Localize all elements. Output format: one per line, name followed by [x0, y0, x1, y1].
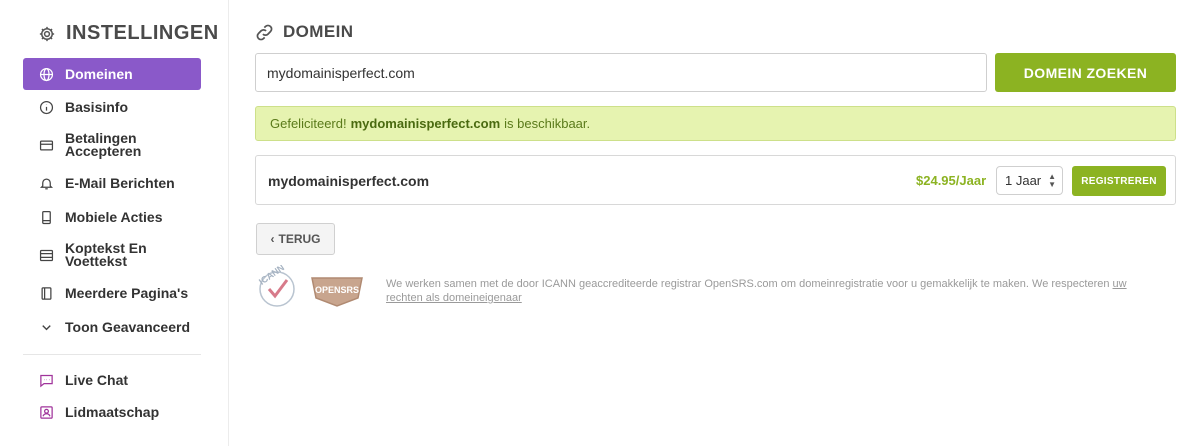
register-button[interactable]: REGISTREREN [1072, 166, 1166, 196]
sidebar-item-label: Domeinen [65, 65, 133, 82]
domain-result-row: mydomainisperfect.com $24.95/Jaar 1 Jaar… [255, 155, 1176, 205]
layout-icon [39, 249, 53, 261]
gear-icon [39, 26, 55, 41]
alert-suffix: is beschikbaar. [504, 116, 591, 131]
footnote-text: We werken samen met de door ICANN geaccr… [386, 278, 1110, 290]
sidebar-item-label: Basisinfo [65, 98, 129, 115]
sidebar-item-paginas[interactable]: Meerdere Pagina's [23, 276, 201, 310]
sidebar-item-label: Mobiele Acties [65, 208, 163, 225]
sidebar-item-label: E-Mail Berichten [65, 174, 175, 191]
mobile-icon [41, 210, 51, 224]
bell-icon [39, 178, 53, 189]
period-select[interactable]: 1 Jaar ▲ ▼ [996, 166, 1063, 195]
sidebar-item-label: Live Chat [65, 371, 129, 388]
period-select-value: 1 Jaar [1005, 173, 1042, 188]
credit-card-icon [39, 140, 53, 150]
sidebar-item-label: Betalingen Accepteren [65, 130, 142, 159]
pages-icon [41, 286, 51, 300]
info-icon [39, 100, 53, 114]
sidebar-item-label: Koptekst En Voettekst [65, 240, 147, 269]
sidebar-item-label: Toon Geavanceerd [65, 318, 191, 335]
result-price: $24.95/Jaar [916, 173, 987, 188]
alert-prefix: Gefeliciteerd! [270, 116, 347, 131]
sidebar-divider [23, 354, 201, 355]
sidebar-item-label: Meerdere Pagina's [65, 284, 189, 301]
sidebar-title: INSTELLINGEN [38, 22, 219, 45]
chevron-down-icon [41, 324, 51, 330]
page-title: DOMEIN [255, 22, 353, 42]
sidebar-item-label: Lidmaatschap [65, 403, 160, 420]
sidebar-item-domeinen[interactable]: Domeinen [23, 58, 201, 90]
page-title-text: DOMEIN [283, 22, 354, 41]
sidebar-extra-nav: Live Chat Lidmaatschap [23, 364, 201, 428]
sidebar-item-live-chat[interactable]: Live Chat [23, 364, 201, 396]
result-domain: mydomainisperfect.com [268, 173, 430, 189]
sidebar-item-mobiele[interactable]: Mobiele Acties [23, 200, 201, 234]
alert-domain: mydomainisperfect.com [350, 116, 501, 131]
icann-logo-text: ICANN [257, 265, 286, 287]
back-button-label: TERUG [278, 232, 321, 246]
domain-search-input[interactable] [255, 53, 987, 92]
sidebar-item-geavanceerd[interactable]: Toon Geavanceerd [23, 310, 201, 344]
sidebar-item-koptekst[interactable]: Koptekst En Voettekst [23, 234, 201, 276]
opensrs-logo-text: OPENSRS [315, 285, 359, 295]
settings-sidebar: INSTELLINGEN Domeinen Basisinfo Betaling… [0, 0, 229, 446]
sidebar-item-basisinfo[interactable]: Basisinfo [23, 90, 201, 124]
back-button[interactable]: ‹ TERUG [256, 223, 335, 255]
sidebar-title-text: INSTELLINGEN [66, 22, 219, 44]
icann-logo: ICANN [257, 265, 295, 307]
domain-search-button[interactable]: DOMEIN ZOEKEN [995, 53, 1176, 92]
link-icon [256, 24, 273, 40]
sidebar-item-betalingen[interactable]: Betalingen Accepteren [23, 124, 201, 166]
sidebar-nav: Domeinen Basisinfo Betalingen Accepteren… [23, 58, 201, 344]
sidebar-item-lidmaatschap[interactable]: Lidmaatschap [23, 396, 201, 428]
member-icon [39, 405, 53, 419]
opensrs-logo: OPENSRS [311, 277, 363, 307]
registrar-footnote: We werken samen met de door ICANN geaccr… [386, 277, 1156, 305]
chevron-left-icon: ‹ [270, 232, 275, 246]
sidebar-item-email[interactable]: E-Mail Berichten [23, 166, 201, 200]
availability-alert: Gefeliciteerd! mydomainisperfect.com is … [255, 106, 1176, 141]
globe-icon [39, 67, 53, 81]
chat-icon [39, 374, 53, 387]
select-arrows-icon: ▲ ▼ [1048, 172, 1056, 189]
